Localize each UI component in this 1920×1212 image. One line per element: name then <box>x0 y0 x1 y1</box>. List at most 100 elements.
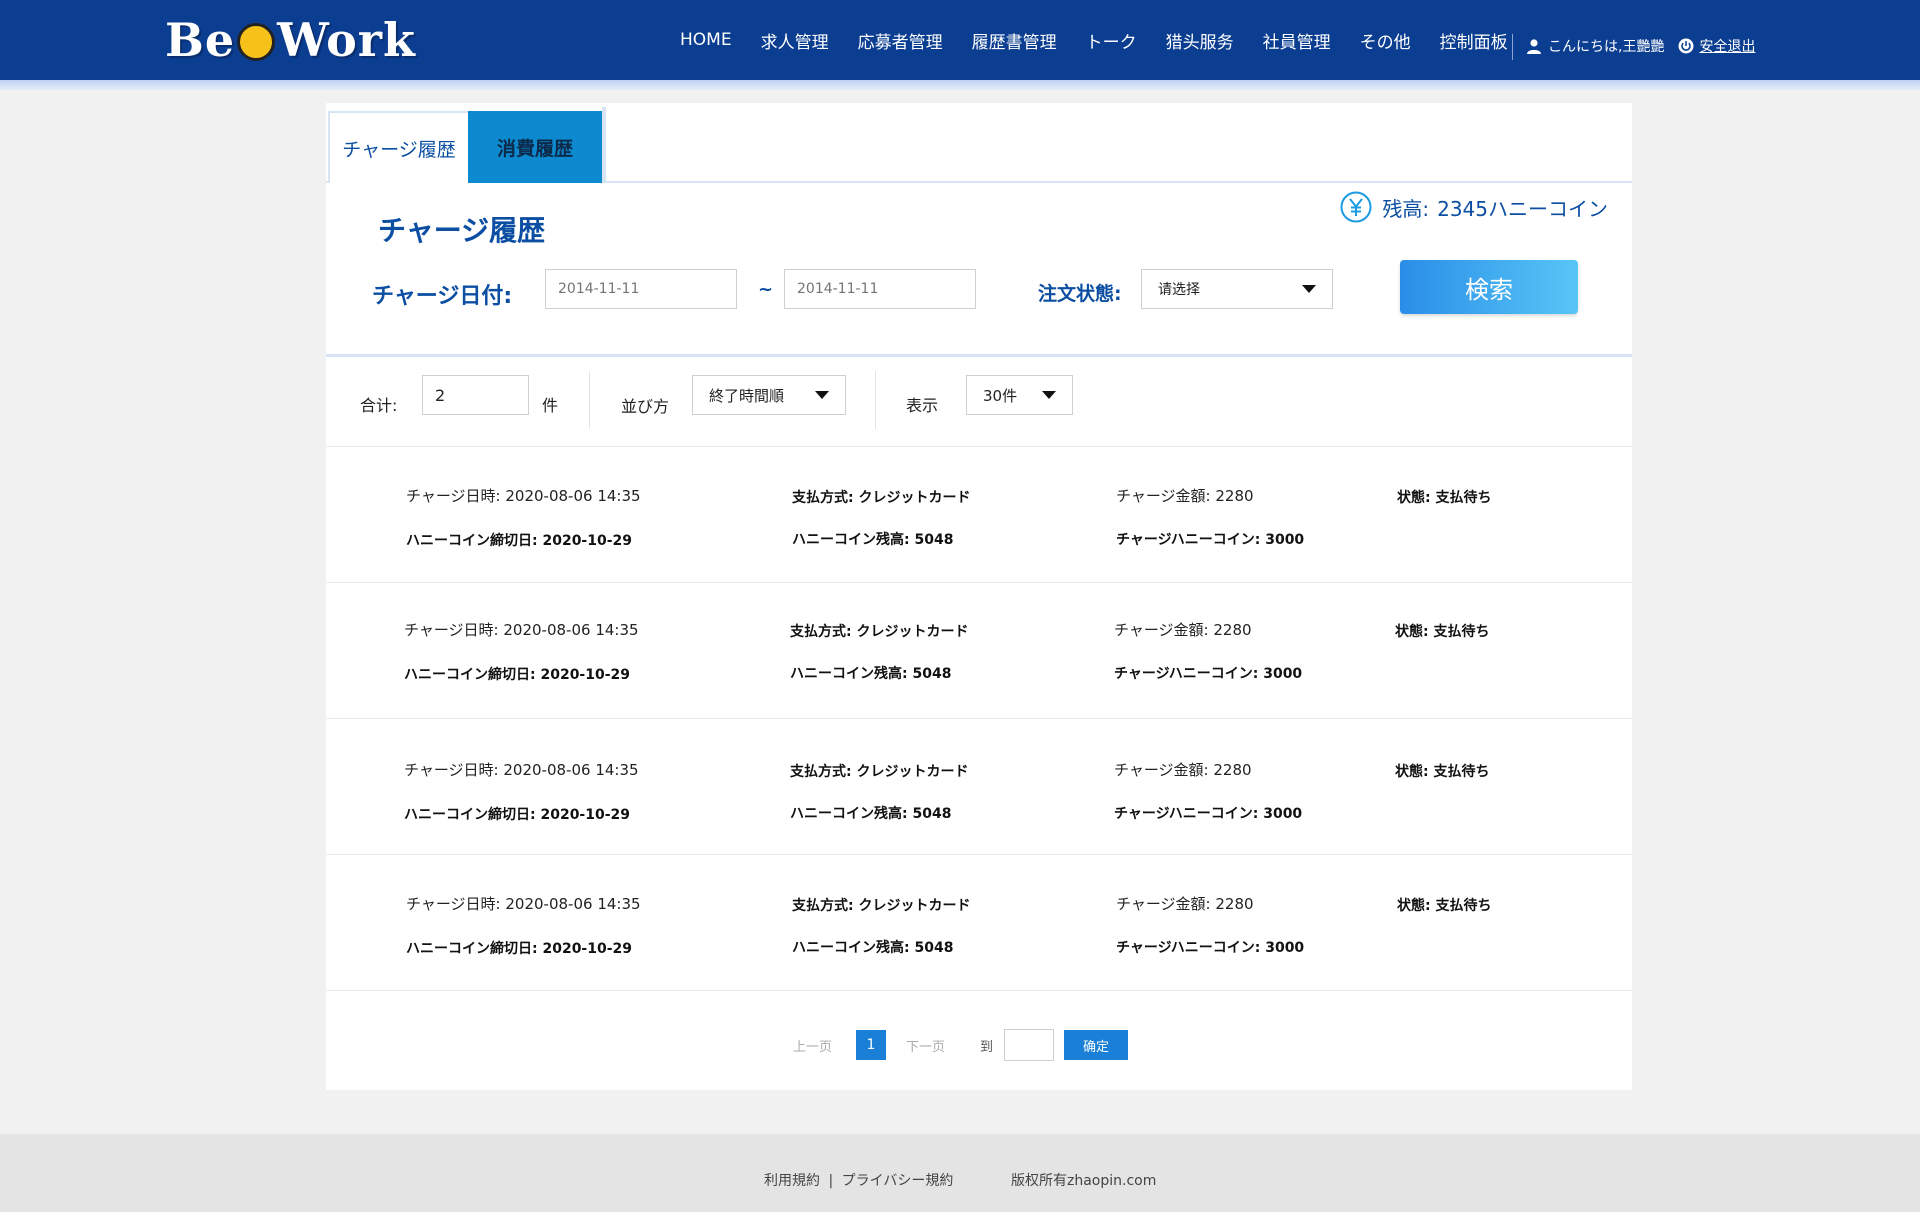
nav-item-applicant-management[interactable]: 応募者管理 <box>858 28 943 53</box>
charge-datetime: チャージ日時: 2020-08-06 14:35 <box>406 895 641 913</box>
user-area: こんにちは,王艷艷 安全退出 <box>1526 36 1755 56</box>
charge-amount: チャージ金額: 2280 <box>1116 895 1254 913</box>
bee-icon <box>237 23 276 61</box>
pagination: 上一页 1 下一页 到 确定 <box>326 1023 1632 1063</box>
search-button[interactable]: 検索 <box>1400 260 1578 314</box>
beework-logo[interactable]: Be Work <box>165 10 416 70</box>
nav-item-talk[interactable]: トーク <box>1086 28 1137 53</box>
charge-history-panel: チャージ履歴 消費履歴 残高: 2345ハニーコイン チャージ履歴 チャージ日付… <box>326 103 1632 1090</box>
page-title: チャージ履歴 <box>378 214 546 247</box>
payment-method: 支払方式: クレジットカード <box>792 490 971 506</box>
coin-balance: ハニーコイン残高: 5048 <box>790 666 952 682</box>
goto-page-input[interactable] <box>1004 1029 1054 1061</box>
display-label: 表示 <box>906 396 939 415</box>
charge-record-row: チャージ日時: 2020-08-06 14:35 ハニーコイン締切日: 2020… <box>326 447 1632 583</box>
goto-page-label: 到 <box>980 1040 994 1055</box>
user-icon <box>1527 39 1541 54</box>
order-status-select[interactable]: 请选择 <box>1141 269 1333 309</box>
copyright-text: 版权所有zhaopin.com <box>1011 1173 1157 1189</box>
charged-coins: チャージハニーコイン: 3000 <box>1114 666 1303 682</box>
filter-separator <box>875 371 876 429</box>
filter-separator <box>589 371 590 429</box>
sort-select[interactable]: 終了時間順 <box>692 375 846 415</box>
logout-link[interactable]: 安全退出 <box>1699 36 1755 56</box>
order-status-value: 请选择 <box>1158 282 1200 298</box>
coin-balance: ハニーコイン残高: 5048 <box>792 532 954 548</box>
total-unit: 件 <box>542 396 559 415</box>
charge-amount: チャージ金額: 2280 <box>1114 761 1252 779</box>
privacy-link[interactable]: プライバシー規約 <box>842 1173 954 1189</box>
page-size-value: 30件 <box>983 386 1018 405</box>
next-page-link[interactable]: 下一页 <box>906 1036 945 1055</box>
tab-edge <box>602 107 606 183</box>
coin-expiry-date: ハニーコイン締切日: 2020-10-29 <box>406 941 633 957</box>
header-shadow <box>0 80 1920 90</box>
charged-coins: チャージハニーコイン: 3000 <box>1116 532 1305 548</box>
footer-divider: | <box>828 1173 834 1189</box>
charge-record-row: チャージ日時: 2020-08-06 14:35 ハニーコイン締切日: 2020… <box>326 583 1632 719</box>
balance-value: 2345ハニーコイン <box>1437 196 1608 221</box>
charge-datetime: チャージ日時: 2020-08-06 14:35 <box>404 621 639 639</box>
goto-page-confirm-button[interactable]: 确定 <box>1064 1030 1128 1060</box>
terms-link[interactable]: 利用規約 <box>764 1173 820 1189</box>
coin-expiry-date: ハニーコイン締切日: 2020-10-29 <box>404 667 631 683</box>
chevron-down-icon <box>1042 391 1056 399</box>
tab-consumption-history[interactable]: 消費履歴 <box>468 111 602 183</box>
record-status: 状態: 支払待ち <box>1395 624 1490 640</box>
total-count-input[interactable] <box>422 375 529 415</box>
charge-record-row: チャージ日時: 2020-08-06 14:35 ハニーコイン締切日: 2020… <box>326 719 1632 855</box>
charge-datetime: チャージ日時: 2020-08-06 14:35 <box>406 487 641 505</box>
nav-item-headhunting[interactable]: 猎头服务 <box>1166 28 1234 53</box>
payment-method: 支払方式: クレジットカード <box>792 898 971 914</box>
prev-page-link[interactable]: 上一页 <box>793 1036 832 1055</box>
payment-method: 支払方式: クレジットカード <box>790 624 969 640</box>
nav-item-job-management[interactable]: 求人管理 <box>761 28 829 53</box>
top-navigation-bar: Be Work HOME 求人管理 応募者管理 履歴書管理 トーク 猎头服务 社員… <box>0 0 1920 80</box>
sort-value: 終了時間順 <box>709 386 785 405</box>
yen-icon <box>1340 191 1372 223</box>
balance-label: 残高: <box>1382 196 1430 221</box>
main-nav: HOME 求人管理 応募者管理 履歴書管理 トーク 猎头服务 社員管理 その他 … <box>680 0 1537 80</box>
charge-record-row: チャージ日時: 2020-08-06 14:35 ハニーコイン締切日: 2020… <box>326 855 1632 991</box>
nav-item-other[interactable]: その他 <box>1360 28 1411 53</box>
power-icon[interactable] <box>1678 38 1694 54</box>
footer-links: 利用規約 | プライバシー規約 <box>764 1170 953 1190</box>
filter-row: 合计: 件 並び方 終了時間順 表示 30件 <box>326 357 1632 447</box>
nav-item-resume-management[interactable]: 履歴書管理 <box>972 28 1057 53</box>
user-greeting: こんにちは,王艷艷 <box>1548 39 1665 55</box>
date-range-separator: ~ <box>758 279 774 300</box>
sort-label: 並び方 <box>621 397 670 416</box>
record-status: 状態: 支払待ち <box>1397 490 1492 506</box>
nav-divider <box>1512 34 1513 60</box>
date-to-input[interactable] <box>784 269 976 309</box>
nav-item-employee-management[interactable]: 社員管理 <box>1263 28 1331 53</box>
coin-expiry-date: ハニーコイン締切日: 2020-10-29 <box>406 533 633 549</box>
charge-amount: チャージ金額: 2280 <box>1116 487 1254 505</box>
charged-coins: チャージハニーコイン: 3000 <box>1116 940 1305 956</box>
charged-coins: チャージハニーコイン: 3000 <box>1114 806 1303 822</box>
record-status: 状態: 支払待ち <box>1395 764 1490 780</box>
tab-bar: チャージ履歴 消費履歴 <box>326 103 1632 183</box>
page-size-select[interactable]: 30件 <box>966 375 1073 415</box>
page-number-current[interactable]: 1 <box>856 1030 886 1060</box>
logo-text-part1: Be <box>165 13 236 67</box>
charge-date-label: チャージ日付: <box>372 284 513 309</box>
logo-text-part2: Work <box>277 13 416 67</box>
charge-datetime: チャージ日時: 2020-08-06 14:35 <box>404 761 639 779</box>
payment-method: 支払方式: クレジットカード <box>790 764 969 780</box>
tab-charge-history[interactable]: チャージ履歴 <box>328 111 468 183</box>
record-status: 状態: 支払待ち <box>1397 898 1492 914</box>
coin-expiry-date: ハニーコイン締切日: 2020-10-29 <box>404 807 631 823</box>
coin-balance: ハニーコイン残高: 5048 <box>792 940 954 956</box>
footer: 利用規約 | プライバシー規約 版权所有zhaopin.com <box>0 1134 1920 1212</box>
coin-balance: ハニーコイン残高: 5048 <box>790 806 952 822</box>
balance-display: 残高: 2345ハニーコイン <box>1340 191 1608 223</box>
nav-item-control-panel[interactable]: 控制面板 <box>1440 28 1508 53</box>
charge-amount: チャージ金額: 2280 <box>1114 621 1252 639</box>
date-from-input[interactable] <box>545 269 737 309</box>
total-label: 合计: <box>360 396 398 415</box>
chevron-down-icon <box>815 391 829 399</box>
chevron-down-icon <box>1302 285 1316 293</box>
nav-item-home[interactable]: HOME <box>680 30 732 50</box>
order-status-label: 注文状態: <box>1038 283 1122 305</box>
